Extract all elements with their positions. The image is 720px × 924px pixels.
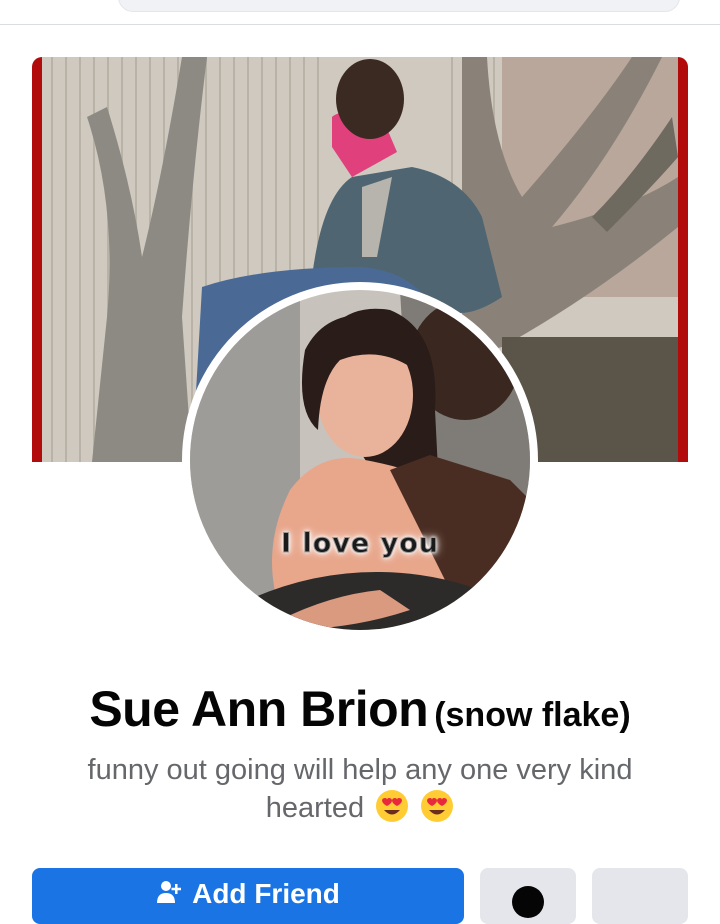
profile-bio-text: funny out going will help any one very k… — [87, 754, 633, 824]
heart-eyes-emoji — [421, 790, 454, 822]
add-friend-label: Add Friend — [192, 878, 340, 909]
profile-photo-caption: I love you — [281, 528, 439, 560]
messenger-icon — [512, 886, 544, 918]
person-plus-icon — [157, 881, 182, 903]
search-bar[interactable] — [118, 0, 680, 12]
profile-name-row: Sue Ann Brion (snow flake) — [0, 680, 720, 738]
profile-bio: funny out going will help any one very k… — [60, 752, 660, 827]
message-button[interactable] — [480, 868, 576, 924]
heart-eyes-emoji — [376, 790, 409, 822]
profile-alternate-name: (snow flake) — [434, 696, 631, 734]
profile-photo-image: I love you — [190, 290, 530, 630]
profile-picture[interactable]: I love you — [182, 282, 538, 638]
add-friend-button[interactable]: Add Friend — [32, 868, 464, 924]
profile-name: Sue Ann Brion — [89, 681, 429, 737]
top-search-bar — [0, 0, 720, 25]
more-button[interactable] — [592, 868, 688, 924]
